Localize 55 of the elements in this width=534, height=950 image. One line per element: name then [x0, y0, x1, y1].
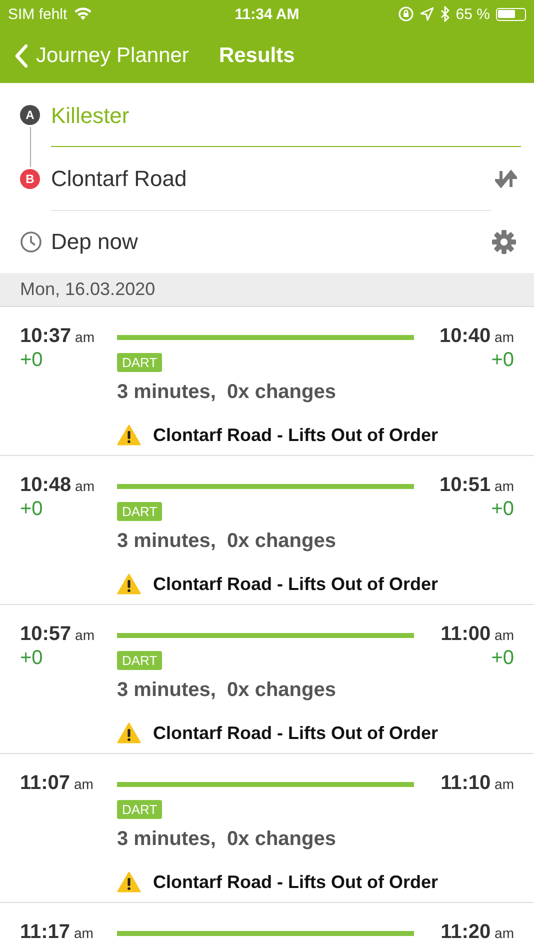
arrival-delay: +0	[490, 498, 514, 522]
clock: 11:34 AM	[234, 6, 300, 22]
departure-time: 11:17 am	[20, 921, 94, 945]
journey-item[interactable]: 10:48 am 10:51 am +0 DART +0 3 minutes, 0x changes Clontarf Road - Lifts Out of Order	[0, 456, 534, 605]
product-tag: DART	[117, 502, 162, 521]
product-tag: DART	[117, 651, 162, 670]
warning-icon	[117, 573, 141, 595]
arrival-delay: +0	[490, 349, 514, 373]
departure-time: 10:37 am	[20, 325, 96, 349]
warning-message: Clontarf Road - Lifts Out of Order	[153, 424, 438, 446]
arrival-delay: +0	[490, 647, 514, 671]
product-tag: DART	[117, 800, 162, 819]
journey-item[interactable]: 10:37 am 10:40 am +0 DART +0 3 minutes, 0x changes Clontarf Road - Lifts Out of Order	[0, 307, 534, 456]
duration-text: 3 minutes, 0x changes	[117, 530, 337, 553]
arrival-time: 10:40 am	[438, 325, 514, 349]
swap-arrows-icon	[495, 167, 517, 191]
departure-delay: +0	[20, 498, 44, 522]
warning-icon	[117, 424, 141, 446]
screen-title: Results	[218, 44, 295, 68]
warning-icon	[117, 722, 141, 744]
warning-message: Clontarf Road - Lifts Out of Order	[153, 722, 438, 744]
carrier-label: SIM fehlt	[8, 6, 68, 22]
wifi-icon	[73, 7, 94, 21]
warning-icon	[117, 871, 141, 893]
journey-item[interactable]: 10:57 am 11:00 am +0 DART +0 3 minutes, 0x changes Clontarf Road - Lifts Out of Order	[0, 605, 534, 754]
journey-item[interactable]: 11:17 am 11:20 am	[0, 903, 534, 950]
rotation-lock-icon	[398, 6, 414, 22]
warning-message: Clontarf Road - Lifts Out of Order	[153, 872, 438, 892]
chevron-left-icon	[14, 44, 28, 68]
battery-percentage: 65 %	[456, 6, 490, 22]
duration-text: 3 minutes, 0x changes	[117, 679, 337, 702]
departure-delay: +0	[20, 349, 44, 373]
arrival-time: 11:20 am	[440, 921, 514, 945]
warning-message: Clontarf Road - Lifts Out of Order	[153, 574, 438, 594]
arrival-time: 11:10 am	[440, 772, 514, 796]
departure-time-option[interactable]: Dep now	[51, 229, 487, 255]
settings-icon	[491, 229, 517, 255]
origin-marker: A	[20, 105, 40, 125]
battery-icon	[496, 8, 526, 20]
duration-text: 3 minutes, 0x changes	[117, 381, 337, 404]
destination-field[interactable]: Clontarf Road	[51, 147, 491, 211]
departure-time: 10:48 am	[20, 474, 96, 498]
departure-delay: +0	[20, 647, 44, 671]
arrival-time: 11:00 am	[440, 623, 514, 647]
duration-text: 3 minutes, 0x changes	[117, 828, 337, 851]
arrival-time: 10:51 am	[438, 474, 514, 498]
clock-icon	[20, 231, 42, 253]
destination-marker: B	[20, 169, 40, 189]
product-tag: DART	[117, 353, 162, 372]
bluetooth-icon	[440, 6, 450, 22]
date-header: Mon, 16.03.2020	[0, 273, 534, 307]
departure-time: 11:07 am	[20, 772, 94, 796]
journey-item[interactable]: 11:07 am 11:10 am DART 3 minutes, 0x changes Clontarf Road - Lifts Out of Order	[0, 754, 534, 903]
location-icon	[420, 7, 434, 21]
departure-time: 10:57 am	[20, 623, 96, 647]
